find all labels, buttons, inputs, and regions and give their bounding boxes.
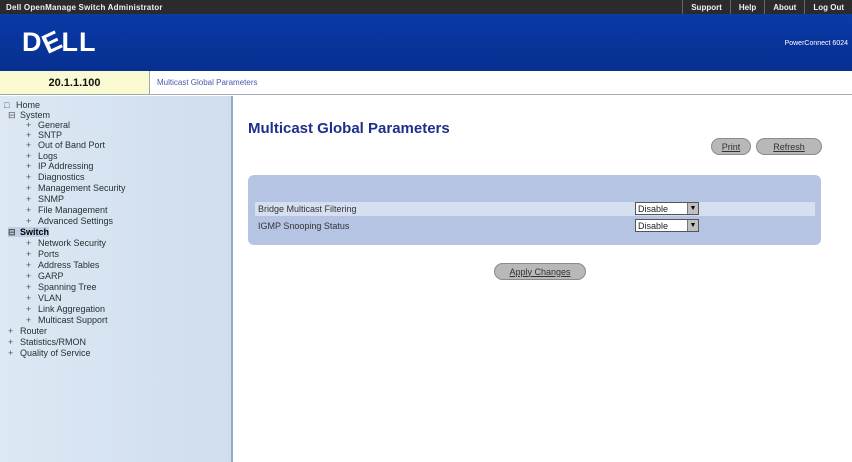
brand-bar: DELL PowerConnect 6024 xyxy=(0,14,852,71)
tree-item-system[interactable]: ⊟ System xyxy=(8,110,50,120)
apply-changes-button[interactable]: Apply Changes xyxy=(494,263,586,280)
expand-icon[interactable]: + xyxy=(26,140,38,150)
tree-item-diagnostics[interactable]: + Diagnostics xyxy=(26,172,85,182)
tree-item-garp[interactable]: + GARP xyxy=(26,271,64,281)
tree-item-multicast-support[interactable]: + Multicast Support xyxy=(26,315,108,325)
tree-item-address-tables[interactable]: + Address Tables xyxy=(26,260,99,270)
breadcrumb: Multicast Global Parameters xyxy=(150,71,852,95)
tree-item-advanced-settings[interactable]: + Advanced Settings xyxy=(26,216,113,226)
igmp-snooping-status-value: Disable xyxy=(638,220,669,231)
support-link[interactable]: Support xyxy=(682,0,730,14)
top-bar: Dell OpenManage Switch Administrator Sup… xyxy=(0,0,852,14)
tree-item-router[interactable]: + Router xyxy=(8,326,47,336)
tree-item-spanning-tree[interactable]: + Spanning Tree xyxy=(26,282,97,292)
breadcrumb-text: Multicast Global Parameters xyxy=(157,78,258,87)
about-link[interactable]: About xyxy=(764,0,804,14)
chevron-down-icon[interactable]: ▼ xyxy=(687,203,698,214)
igmp-snooping-status-select[interactable]: Disable ▼ xyxy=(635,219,699,232)
tree-item-network-security[interactable]: + Network Security xyxy=(26,238,106,248)
expand-icon[interactable]: + xyxy=(26,216,38,226)
logout-link[interactable]: Log Out xyxy=(804,0,852,14)
chevron-down-icon[interactable]: ▼ xyxy=(687,220,698,231)
tree-item-snmp[interactable]: + SNMP xyxy=(26,194,64,204)
expand-icon[interactable]: + xyxy=(26,260,38,270)
folder-icon: □ xyxy=(4,100,10,110)
tree-item-general[interactable]: + General xyxy=(26,120,70,130)
product-name: PowerConnect 6024 xyxy=(784,40,848,47)
tree-item-vlan[interactable]: + VLAN xyxy=(26,293,62,303)
print-button[interactable]: Print xyxy=(711,138,751,155)
expand-icon[interactable]: + xyxy=(26,183,38,193)
expand-icon[interactable]: + xyxy=(8,348,20,358)
tree-item-quality-of-service[interactable]: + Quality of Service xyxy=(8,348,91,358)
tree-item-switch[interactable]: ⊟ Switch xyxy=(8,227,50,237)
row-igmp-snooping-status: IGMP Snooping Status Disable ▼ xyxy=(255,219,815,233)
page-title: Multicast Global Parameters xyxy=(248,120,450,137)
navigation-tree: □ Home ⊟ System + General + SNTP + Out of Ban… xyxy=(0,96,233,462)
app-title: Dell OpenManage Switch Administrator xyxy=(6,2,163,12)
row-bridge-multicast-filtering: Bridge Multicast Filtering Disable ▼ xyxy=(255,202,815,216)
help-link[interactable]: Help xyxy=(729,0,764,14)
bridge-multicast-filtering-label: Bridge Multicast Filtering xyxy=(258,204,357,214)
expand-icon[interactable]: + xyxy=(26,293,38,303)
tree-item-ports[interactable]: + Ports xyxy=(26,249,59,259)
refresh-button[interactable]: Refresh xyxy=(756,138,822,155)
top-links: Support Help About Log Out xyxy=(682,0,852,14)
tree-item-oob-port[interactable]: + Out of Band Port xyxy=(26,140,105,150)
tree-item-sntp[interactable]: + SNTP xyxy=(26,130,62,140)
expand-icon[interactable]: + xyxy=(26,282,38,292)
tree-item-ip-addressing[interactable]: + IP Addressing xyxy=(26,161,93,171)
expand-icon[interactable]: + xyxy=(26,238,38,248)
expand-icon[interactable]: + xyxy=(26,304,38,314)
collapse-icon[interactable]: ⊟ xyxy=(8,110,20,120)
tree-item-link-aggregation[interactable]: + Link Aggregation xyxy=(26,304,105,314)
expand-icon[interactable]: + xyxy=(26,194,38,204)
expand-icon[interactable]: + xyxy=(26,120,38,130)
settings-panel: Bridge Multicast Filtering Disable ▼ IGM… xyxy=(248,175,821,245)
expand-icon[interactable]: + xyxy=(8,337,20,347)
igmp-snooping-status-label: IGMP Snooping Status xyxy=(258,221,350,231)
expand-icon[interactable]: + xyxy=(26,161,38,171)
tree-item-home[interactable]: □ Home xyxy=(4,100,40,110)
collapse-icon[interactable]: ⊟ xyxy=(8,227,20,237)
expand-icon[interactable]: + xyxy=(26,130,38,140)
dell-logo: DELL xyxy=(22,24,97,60)
expand-icon[interactable]: + xyxy=(8,326,20,336)
bridge-multicast-filtering-value: Disable xyxy=(638,203,669,214)
expand-icon[interactable]: + xyxy=(26,151,38,161)
bridge-multicast-filtering-select[interactable]: Disable ▼ xyxy=(635,202,699,215)
tree-item-statistics-rmon[interactable]: + Statistics/RMON xyxy=(8,337,86,347)
expand-icon[interactable]: + xyxy=(26,172,38,182)
expand-icon[interactable]: + xyxy=(26,271,38,281)
expand-icon[interactable]: + xyxy=(26,249,38,259)
device-ip: 20.1.1.100 xyxy=(0,71,150,95)
expand-icon[interactable]: + xyxy=(26,205,38,215)
tree-item-logs[interactable]: + Logs xyxy=(26,151,58,161)
expand-icon[interactable]: + xyxy=(26,315,38,325)
tree-item-management-security[interactable]: + Management Security xyxy=(26,183,126,193)
tree-item-file-management[interactable]: + File Management xyxy=(26,205,108,215)
